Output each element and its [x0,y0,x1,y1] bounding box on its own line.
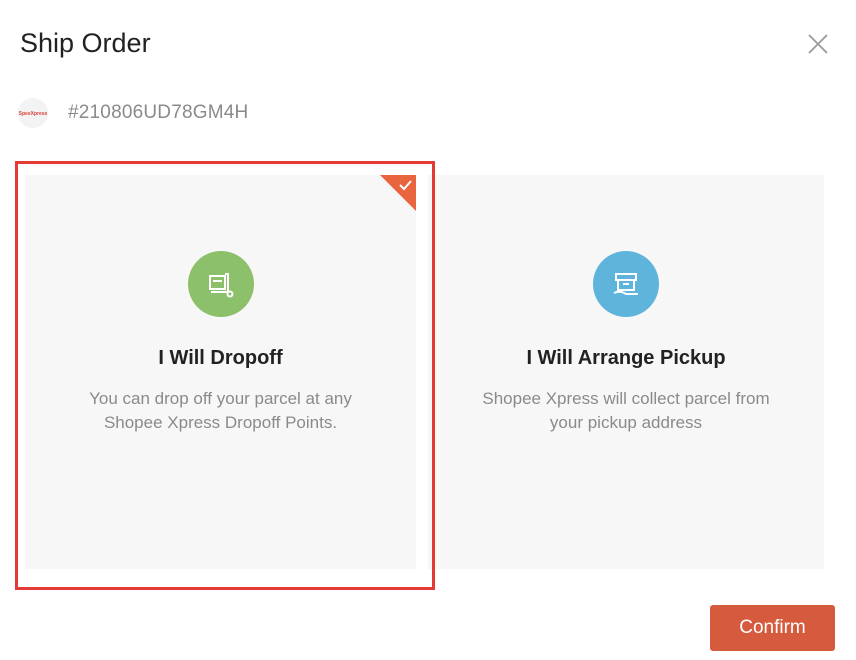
option-dropoff-desc-line1: You can drop off your parcel at any [89,389,352,408]
option-dropoff-description: You can drop off your parcel at any Shop… [45,387,396,435]
pickup-box-icon [593,251,659,317]
option-pickup-desc-line1: Shopee Xpress will collect parcel from [482,389,770,408]
option-pickup-desc-line2: your pickup address [549,413,703,432]
ship-order-dialog: Ship Order SpeeXpress #210806UD78GM4H I … [0,0,856,660]
option-dropoff-title: I Will Dropoff [158,347,283,369]
option-pickup-card[interactable]: I Will Arrange Pickup Shopee Xpress will… [428,175,824,569]
option-pickup-description: Shopee Xpress will collect parcel from y… [448,387,804,435]
shopee-xpress-logo: SpeeXpress [18,98,48,128]
order-id: #210806UD78GM4H [68,102,249,123]
close-icon[interactable] [806,32,830,56]
svg-text:SpeeXpress: SpeeXpress [19,111,48,117]
selected-check-icon [380,175,416,211]
confirm-button[interactable]: Confirm [710,605,835,651]
order-info: SpeeXpress #210806UD78GM4H [18,97,248,129]
dropoff-cart-icon [187,251,254,317]
option-pickup-title: I Will Arrange Pickup [526,347,726,369]
dialog-title: Ship Order [20,28,151,58]
option-dropoff-card[interactable]: I Will Dropoff You can drop off your par… [25,175,416,569]
option-dropoff-desc-line2: Shopee Xpress Dropoff Points. [103,413,338,432]
